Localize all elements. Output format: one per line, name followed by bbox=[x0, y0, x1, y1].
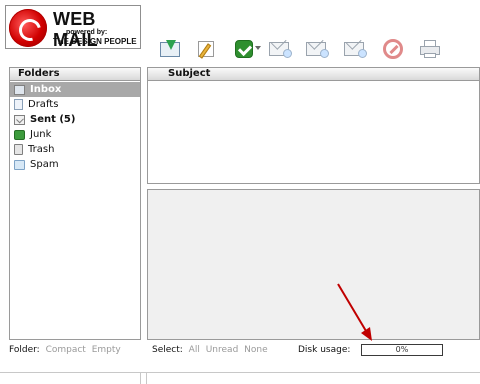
disk-usage-label: Disk usage: bbox=[298, 345, 351, 355]
folder-actions: Folder: Compact Empty bbox=[9, 344, 121, 358]
select-actions: Select: All Unread None bbox=[152, 344, 268, 358]
folder-actions-label: Folder: bbox=[9, 345, 40, 355]
status-divider bbox=[0, 372, 480, 384]
empty-link[interactable]: Empty bbox=[92, 345, 121, 355]
select-unread-link[interactable]: Unread bbox=[206, 345, 239, 355]
select-none-link[interactable]: None bbox=[244, 345, 267, 355]
disk-usage-bar: 0% bbox=[361, 344, 443, 356]
disk-usage-value: 0% bbox=[395, 345, 409, 354]
select-label: Select: bbox=[152, 345, 183, 355]
select-all-link[interactable]: All bbox=[189, 345, 200, 355]
annotation-arrow bbox=[337, 283, 372, 341]
compact-link[interactable]: Compact bbox=[46, 345, 86, 355]
